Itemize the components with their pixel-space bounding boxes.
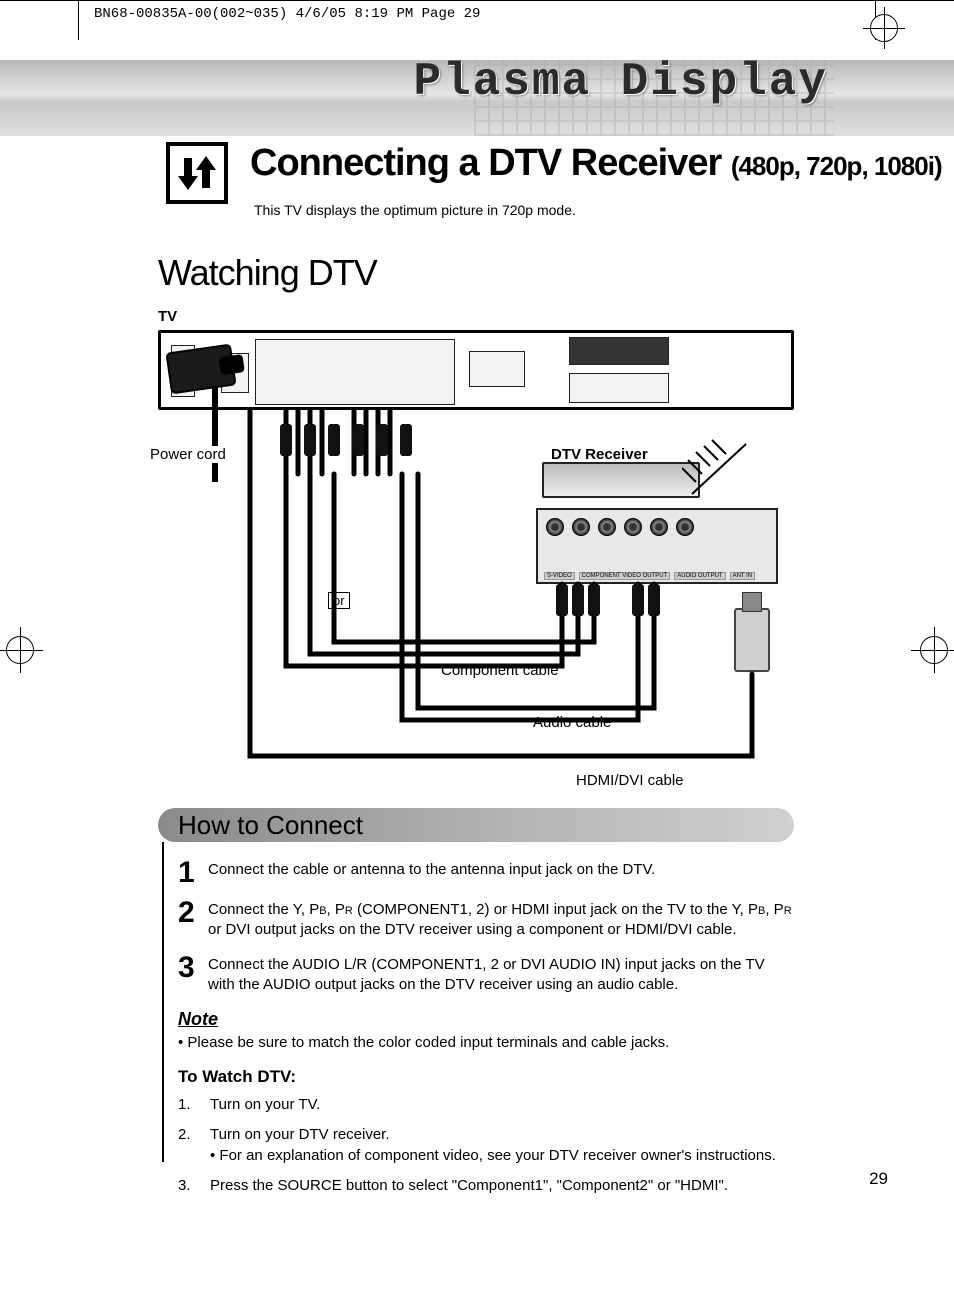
- rca-jack-icon: [598, 518, 616, 536]
- section-heading-watching: Watching DTV: [158, 252, 377, 294]
- watch-step-text: Turn on your TV.: [210, 1095, 320, 1115]
- category-title: Plasma Display: [414, 56, 828, 108]
- steps-list: 1 Connect the cable or antenna to the an…: [178, 860, 794, 1206]
- rca-jack-icon: [572, 518, 590, 536]
- callout-power-cord: Power cord: [150, 446, 230, 463]
- tv-port-cluster: [255, 339, 455, 405]
- tv-rear-panel: [158, 330, 794, 410]
- print-header: BN68-00835A-00(002~035) 4/6/05 8:19 PM P…: [94, 6, 480, 22]
- registration-mark-icon: [920, 636, 948, 664]
- step-number: 3: [178, 955, 196, 996]
- tv-label: TV: [158, 308, 177, 325]
- receiver-jack-row: [546, 518, 694, 536]
- watch-step-number: 3.: [178, 1176, 198, 1196]
- receiver-jack-labels: S-VIDEO COMPONENT VIDEO OUTPUT AUDIO OUT…: [544, 572, 770, 580]
- callout-audio-cable: Audio cable: [533, 714, 611, 731]
- jack-label: COMPONENT VIDEO OUTPUT: [579, 572, 671, 580]
- dvi-connector-icon: [734, 608, 770, 672]
- step-item: 3 Connect the AUDIO L/R (COMPONENT1, 2 o…: [178, 955, 794, 996]
- watch-step: 3. Press the SOURCE button to select "Co…: [178, 1176, 794, 1196]
- connection-icon: [166, 142, 228, 204]
- connection-diagram: Power cord or DTV Receiver Component cab…: [158, 326, 794, 776]
- to-watch-heading: To Watch DTV:: [178, 1067, 794, 1087]
- step-number: 2: [178, 900, 196, 941]
- callout-hdmi-cable: HDMI/DVI cable: [576, 772, 684, 789]
- intro-text: This TV displays the optimum picture in …: [254, 202, 576, 218]
- tv-port-cluster: [569, 373, 669, 403]
- step-text: Connect the Y, PB, PR (COMPONENT1, 2) or…: [208, 900, 794, 941]
- callout-or: or: [328, 592, 350, 609]
- note-heading: Note: [178, 1009, 794, 1030]
- registration-mark-icon: [870, 14, 898, 42]
- title-main: Connecting a DTV Receiver: [250, 142, 721, 184]
- rca-jack-icon: [624, 518, 642, 536]
- power-cord-line: [212, 388, 218, 482]
- crop-line-top: [0, 0, 954, 1]
- step-item: 2 Connect the Y, PB, PR (COMPONENT1, 2) …: [178, 900, 794, 941]
- page-title: Connecting a DTV Receiver (480p, 720p, 1…: [250, 142, 942, 185]
- crop-line-left: [78, 0, 79, 40]
- watch-step: 1. Turn on your TV.: [178, 1095, 794, 1115]
- watch-steps-list: 1. Turn on your TV. 2. Turn on your DTV …: [178, 1095, 794, 1196]
- how-to-connect-bar: How to Connect: [158, 808, 794, 842]
- watch-step: 2. Turn on your DTV receiver.• For an ex…: [178, 1125, 794, 1166]
- title-sub: (480p, 720p, 1080i): [731, 151, 942, 181]
- jack-label: ANT IN: [730, 572, 756, 580]
- watch-step-text: Turn on your DTV receiver.• For an expla…: [210, 1125, 776, 1166]
- jack-label: AUDIO OUTPUT: [674, 572, 725, 580]
- note-text: • Please be sure to match the color code…: [178, 1034, 794, 1051]
- watch-step-number: 2.: [178, 1125, 198, 1166]
- how-to-connect-title: How to Connect: [178, 810, 363, 841]
- section-vertical-line: [162, 842, 164, 1162]
- callout-dtv-receiver: DTV Receiver: [551, 446, 648, 463]
- watch-step-text: Press the SOURCE button to select "Compo…: [210, 1176, 728, 1196]
- antenna-icon: [682, 438, 756, 500]
- step-number: 1: [178, 860, 196, 886]
- rca-jack-icon: [676, 518, 694, 536]
- tv-port-cluster: [469, 351, 525, 387]
- jack-label: S-VIDEO: [544, 572, 575, 580]
- rca-jack-icon: [650, 518, 668, 536]
- registration-mark-icon: [6, 636, 34, 664]
- watch-step-number: 1.: [178, 1095, 198, 1115]
- step-text: Connect the cable or antenna to the ante…: [208, 860, 655, 886]
- tv-port-cluster: [569, 337, 669, 365]
- dtv-receiver-unit: [542, 462, 700, 498]
- dtv-receiver-rear-panel: S-VIDEO COMPONENT VIDEO OUTPUT AUDIO OUT…: [536, 508, 778, 584]
- callout-component-cable: Component cable: [441, 662, 559, 679]
- step-item: 1 Connect the cable or antenna to the an…: [178, 860, 794, 886]
- rca-jack-icon: [546, 518, 564, 536]
- step-text: Connect the AUDIO L/R (COMPONENT1, 2 or …: [208, 955, 794, 996]
- page-number: 29: [869, 1169, 888, 1189]
